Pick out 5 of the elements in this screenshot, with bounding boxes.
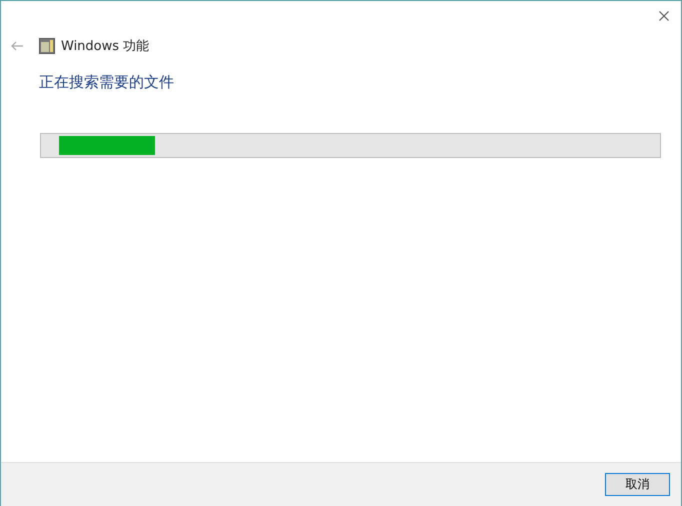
status-heading: 正在搜索需要的文件 <box>39 73 175 93</box>
window-title: Windows 功能 <box>61 38 150 55</box>
window-icon <box>39 38 55 54</box>
close-icon[interactable] <box>659 11 669 21</box>
cancel-button[interactable]: 取消 <box>605 473 670 496</box>
